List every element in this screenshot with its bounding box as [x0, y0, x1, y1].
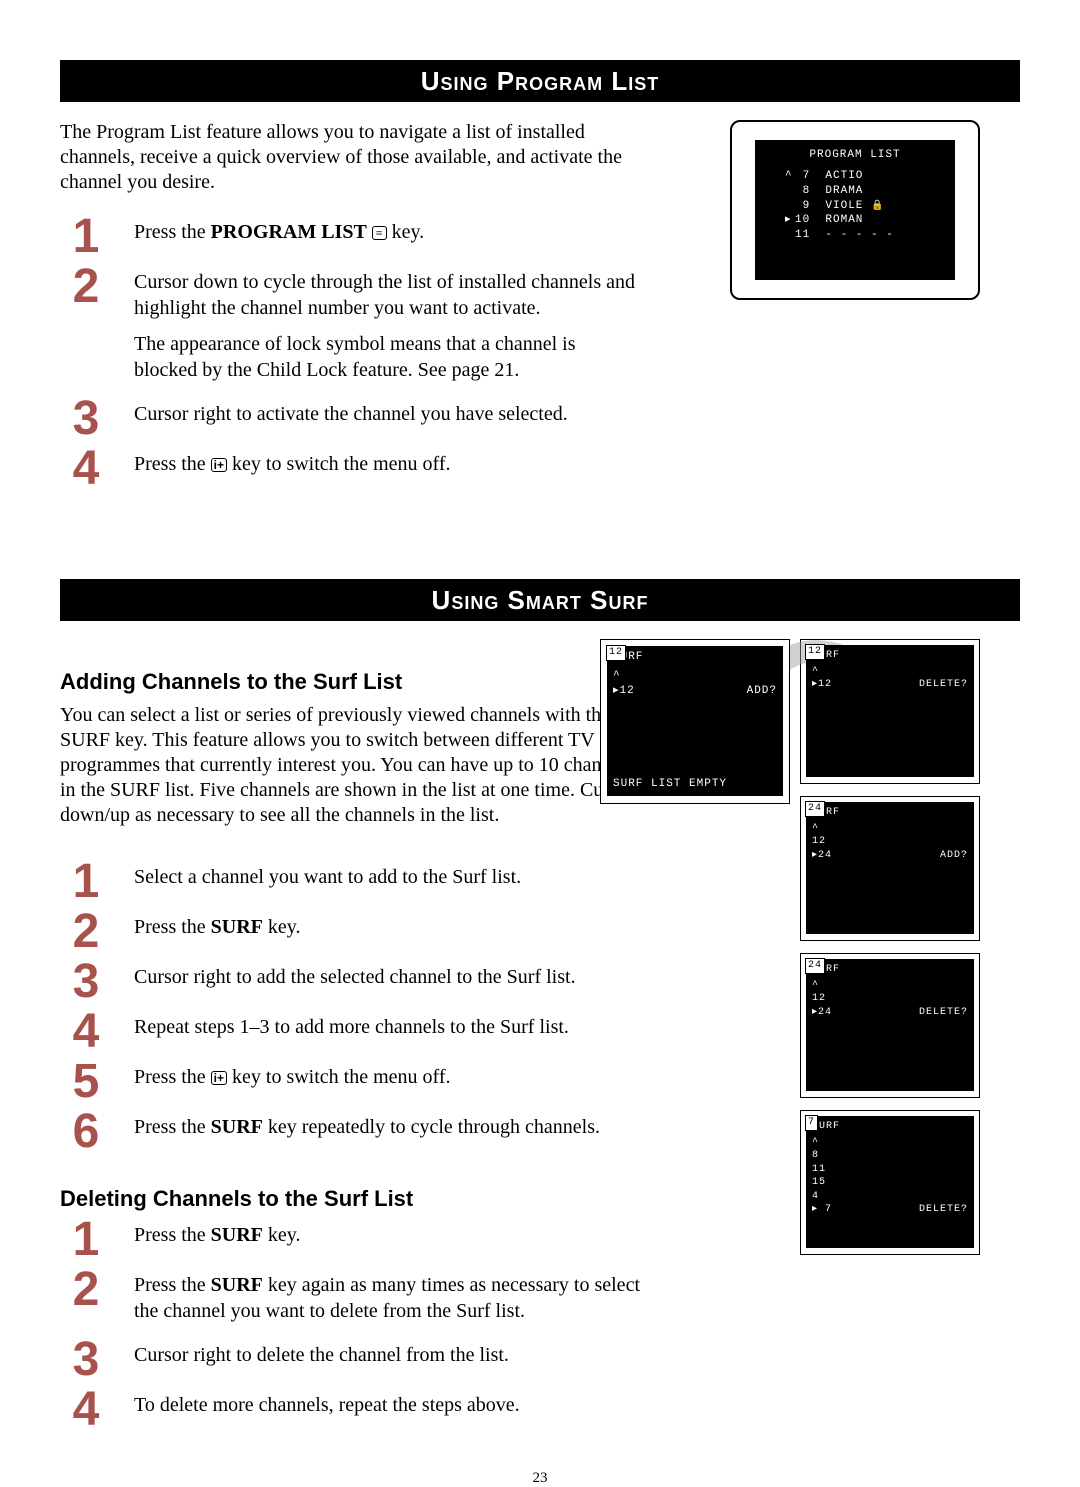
section2-content: Adding Channels to the Surf List You can… [60, 639, 1020, 1440]
step-text: Select a channel you want to add to the … [134, 864, 521, 890]
step-text: Press the SURF key. [134, 914, 300, 940]
surf-screen: 24 SURF ^ 12 ▸24ADD? [800, 796, 980, 941]
step-number: 4 [60, 1386, 112, 1434]
step-row: 4 Press the i+ key to switch the menu of… [60, 449, 640, 493]
section1-content: The Program List feature allows you to n… [60, 120, 1020, 499]
step-number: 3 [60, 958, 112, 1006]
step-row: 6 Press the SURF key repeatedly to cycle… [60, 1112, 650, 1156]
step-row: 1 Select a channel you want to add to th… [60, 862, 650, 906]
step-row: 2 Press the SURF key again as many times… [60, 1270, 650, 1334]
surf-screen: 12 SURF ^ ▸12DELETE? [800, 639, 980, 784]
banner-program-list: Using Program List [60, 60, 1020, 102]
step-number: 4 [60, 445, 112, 493]
info-icon: i+ [211, 458, 227, 472]
step-text: Press the SURF key again as many times a… [134, 1272, 650, 1324]
step-number: 4 [60, 1008, 112, 1056]
step-extra: The appearance of lock symbol means that… [134, 331, 640, 383]
step-number: 3 [60, 1336, 112, 1384]
surf-screen: 7 SURF ^ 8 11 15 4 ▸ 7DELETE? [800, 1110, 980, 1255]
tv-illustration: PROGRAM LIST ^ 7 ACTIO 8 DRAMA 9 VIOLE 🔒… [680, 120, 1020, 300]
subheading-add: Adding Channels to the Surf List [60, 669, 650, 695]
lock-icon: 🔒 [871, 200, 884, 214]
section1-intro: The Program List feature allows you to n… [60, 120, 640, 195]
step-row: 2 Press the SURF key. [60, 912, 650, 956]
list-icon: ≡ [372, 226, 387, 240]
step-row: 4 Repeat steps 1–3 to add more channels … [60, 1012, 650, 1056]
step-text: Cursor right to add the selected channel… [134, 964, 576, 990]
subheading-delete: Deleting Channels to the Surf List [60, 1186, 650, 1212]
banner-smart-surf: Using Smart Surf [60, 579, 1020, 621]
step-number: 1 [60, 213, 112, 261]
section2-intro: You can select a list or series of previ… [60, 703, 650, 828]
surf-illustrations: 12 SURF ^ ▸12ADD? SURF LIST EMPTY 12 SUR… [600, 639, 1020, 1267]
step-row: 2 Cursor down to cycle through the list … [60, 267, 640, 393]
step-row: 3 Cursor right to delete the channel fro… [60, 1340, 650, 1384]
step-text: Press the SURF key repeatedly to cycle t… [134, 1114, 600, 1140]
surf-screen-main: 12 SURF ^ ▸12ADD? SURF LIST EMPTY [600, 639, 790, 804]
step-text: Cursor down to cycle through the list of… [134, 269, 640, 321]
step-text: Cursor right to activate the channel you… [134, 401, 568, 427]
step-row: 1 Press the SURF key. [60, 1220, 650, 1264]
step-text: Press the SURF key. [134, 1222, 300, 1248]
step-number: 5 [60, 1058, 112, 1106]
page-number: 23 [60, 1470, 1020, 1487]
tv-screen: PROGRAM LIST ^ 7 ACTIO 8 DRAMA 9 VIOLE 🔒… [755, 140, 955, 280]
step-text: Press the i+ key to switch the menu off. [134, 451, 451, 477]
step-row: 5 Press the i+ key to switch the menu of… [60, 1062, 650, 1106]
step-number: 3 [60, 395, 112, 443]
step-row: 3 Cursor right to add the selected chann… [60, 962, 650, 1006]
step-text: Cursor right to delete the channel from … [134, 1342, 509, 1368]
step-text: Press the i+ key to switch the menu off. [134, 1064, 451, 1090]
step-number: 2 [60, 908, 112, 956]
step-number: 1 [60, 1216, 112, 1264]
step-number: 1 [60, 858, 112, 906]
step-text: To delete more channels, repeat the step… [134, 1392, 520, 1418]
step-text: Press the PROGRAM LIST ≡ key. [134, 219, 424, 245]
step-text: Repeat steps 1–3 to add more channels to… [134, 1014, 569, 1040]
step-row: 3 Cursor right to activate the channel y… [60, 399, 640, 443]
step-number: 2 [60, 1266, 112, 1314]
step-number: 6 [60, 1108, 112, 1156]
step-row: 1 Press the PROGRAM LIST ≡ key. [60, 217, 640, 261]
surf-screen: 24 SURF ^ 12 ▸24DELETE? [800, 953, 980, 1098]
step-number: 2 [60, 263, 112, 311]
info-icon: i+ [211, 1071, 227, 1085]
